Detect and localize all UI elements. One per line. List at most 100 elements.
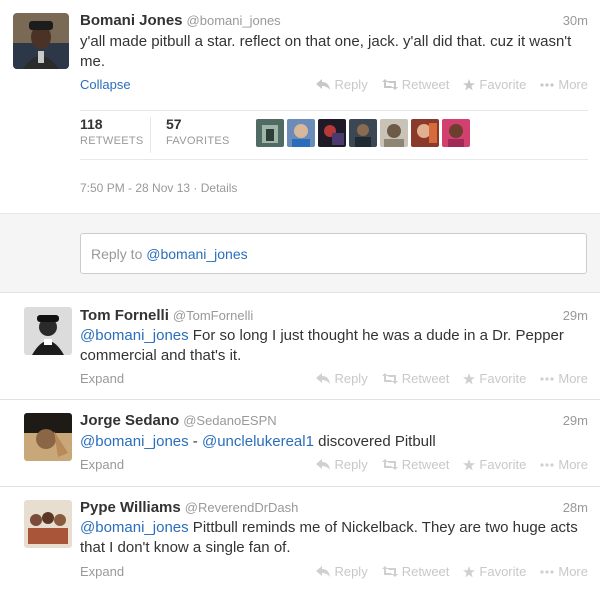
retweet-button[interactable]: Retweet [381,371,449,386]
retweets-label: RETWEETS [80,135,144,147]
tom-fornelli-avatar[interactable] [24,307,72,355]
reply-button[interactable]: Reply [316,457,368,472]
more-dots-icon [540,376,554,381]
reply-text: @bomani_jones For so long I just thought… [80,326,590,366]
retweets-stat[interactable]: 118 RETWEETS [80,116,144,147]
tweet-time[interactable]: 30m [563,13,588,28]
reply-time[interactable]: 29m [563,308,588,323]
more-label: More [558,457,588,472]
favorite-button[interactable]: Favorite [463,371,526,386]
fullname[interactable]: Bomani Jones [80,12,183,29]
reply-icon [316,79,331,90]
mention-link[interactable]: @bomani_jones [80,519,189,536]
retweet-label: Retweet [401,564,450,579]
jorge-sedano-avatar[interactable] [24,413,72,461]
screenname[interactable]: @bomani_jones [187,13,281,28]
favoriter-avatar[interactable] [411,119,439,147]
reply-input[interactable]: Reply to @bomani_jones [80,233,587,274]
tweet-stats: 118 RETWEETS 57 FAVORITES [80,110,588,160]
reply-button[interactable]: Reply [316,371,368,386]
meta-separator: · [193,181,198,195]
reply-placeholder-prefix: Reply to [91,246,147,262]
reply-author: Tom Fornelli @TomFornelli [80,307,253,324]
more-label: More [558,564,588,579]
screenname[interactable]: @TomFornelli [173,308,253,323]
reply-icon [316,566,331,577]
reply-time[interactable]: 29m [563,413,588,428]
reply-actions: Reply Retweet Favorite More [316,564,588,579]
favoriter-avatar[interactable] [287,119,315,147]
more-button[interactable]: More [540,457,588,472]
expand-link[interactable]: Expand [80,457,124,472]
more-label: More [558,77,588,92]
fullname[interactable]: Pype Williams [80,499,181,516]
star-icon [463,565,476,577]
more-button[interactable]: More [540,77,588,92]
more-label: More [558,371,588,386]
retweet-icon [381,373,398,384]
reply-placeholder-mention: @bomani_jones [146,246,248,262]
mention-link[interactable]: @unclelukereal1 [202,433,314,450]
favoriter-avatar[interactable] [318,119,346,147]
tweet-timestamp[interactable]: 7:50 PM - 28 Nov 13 [80,181,190,195]
more-dots-icon [540,569,554,574]
reply-label: Reply [334,457,368,472]
pype-williams-avatar[interactable] [24,500,72,548]
reply-button[interactable]: Reply [316,77,368,92]
favoriter-avatar[interactable] [442,119,470,147]
favoriter-avatar[interactable] [380,119,408,147]
retweets-count: 118 [80,116,103,132]
more-dots-icon [540,462,554,467]
more-button[interactable]: More [540,564,588,579]
reply-tweet[interactable]: Jorge Sedano @SedanoESPN 29m @bomani_jone… [0,400,600,487]
bomani-jones-avatar[interactable] [13,13,69,69]
reply-tweet[interactable]: Tom Fornelli @TomFornelli 29m @bomani_jon… [0,293,600,400]
details-link[interactable]: Details [201,181,238,195]
retweet-icon [381,459,398,470]
reply-label: Reply [334,564,368,579]
retweet-button[interactable]: Retweet [381,77,450,92]
tweet-meta: 7:50 PM - 28 Nov 13 · Details [80,181,237,195]
favorites-count: 57 [166,116,182,132]
favorite-label: Favorite [479,371,527,386]
favorites-stat[interactable]: 57 FAVORITES [166,116,230,147]
favorite-button[interactable]: Favorite [463,457,526,472]
fullname[interactable]: Tom Fornelli [80,307,169,324]
favorite-label: Favorite [479,457,527,472]
star-icon [463,78,476,90]
more-button[interactable]: More [540,371,588,386]
screenname[interactable]: @SedanoESPN [183,413,276,428]
collapse-link[interactable]: Collapse [80,77,131,92]
reply-text: @bomani_jones - @unclelukereal1 discover… [80,432,590,452]
favoriter-avatar[interactable] [256,119,284,147]
expand-link[interactable]: Expand [80,564,124,579]
reply-icon [316,373,331,384]
reply-tweet[interactable]: Pype Williams @ReverendDrDash 28m @bomani… [0,487,600,591]
main-tweet-author: Bomani Jones @bomani_jones [80,12,281,29]
reply-text-separator: - [188,433,202,450]
retweet-label: Retweet [401,457,450,472]
fullname[interactable]: Jorge Sedano [80,412,179,429]
star-icon [463,372,476,384]
reply-button[interactable]: Reply [316,564,368,579]
favorite-button[interactable]: Favorite [463,564,526,579]
screenname[interactable]: @ReverendDrDash [185,500,299,515]
expand-link[interactable]: Expand [80,371,124,386]
favoriter-avatar[interactable] [349,119,377,147]
retweet-icon [381,566,398,577]
reply-time[interactable]: 28m [563,500,588,515]
star-icon [463,458,476,470]
mention-link[interactable]: @bomani_jones [80,433,189,450]
reply-label: Reply [334,371,368,386]
retweet-icon [381,79,398,90]
mention-link[interactable]: @bomani_jones [80,327,189,344]
reply-actions: Reply Retweet Favorite More [316,371,588,386]
retweet-label: Retweet [401,77,450,92]
reply-author: Jorge Sedano @SedanoESPN [80,412,277,429]
reply-author: Pype Williams @ReverendDrDash [80,499,298,516]
reply-placeholder: Reply to @bomani_jones [91,246,248,262]
retweet-button[interactable]: Retweet [381,564,450,579]
retweet-button[interactable]: Retweet [381,457,450,472]
favoriters-avatars [256,119,470,147]
favorite-button[interactable]: Favorite [463,77,526,92]
